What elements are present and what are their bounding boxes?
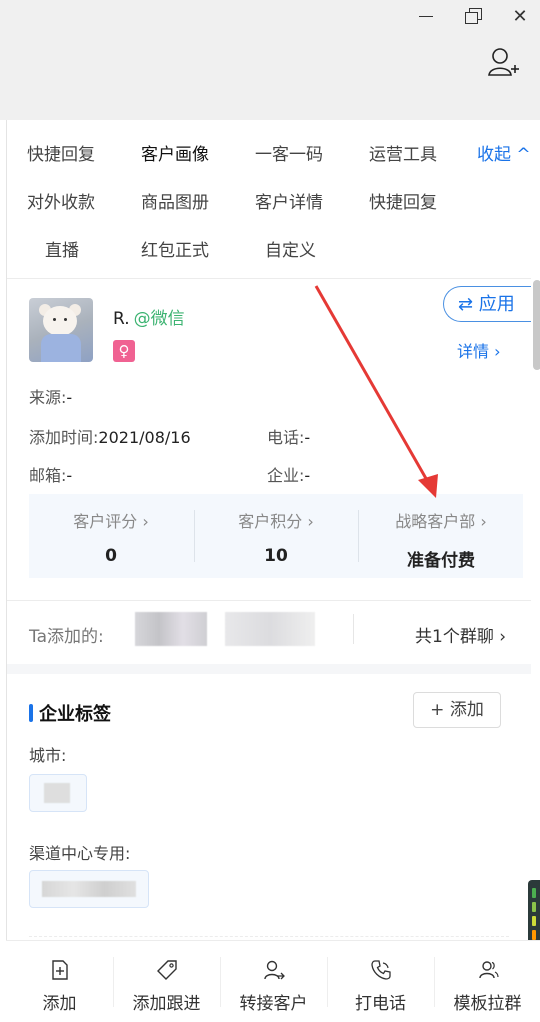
phone-label: 电话: [267, 428, 305, 447]
apply-button[interactable]: ⇄ 应用 [443, 286, 531, 322]
company-value: - [304, 466, 311, 485]
phone-value: - [304, 428, 311, 447]
email-row: 邮箱:- [29, 462, 72, 486]
blurred-contact [225, 612, 315, 646]
template-group-button[interactable]: 模板拉群 [434, 941, 540, 1022]
source-value: - [66, 388, 73, 407]
transfer-customer-label: 转接客户 [239, 994, 308, 1014]
email-value: - [66, 466, 73, 485]
window-titlebar: ✕ [0, 0, 540, 120]
avatar [29, 298, 93, 362]
city-tag[interactable] [29, 774, 87, 812]
source-row: 来源:- [29, 384, 72, 408]
blurred-contact [135, 612, 207, 646]
channel-label: 渠道中心专用: [29, 844, 131, 863]
email-label: 邮箱: [29, 466, 67, 485]
source-label: 来源: [29, 388, 67, 407]
add-followup-label: 添加跟进 [132, 994, 201, 1014]
ta-added-label: Ta添加的: [29, 627, 104, 647]
enterprise-tags-title: 企业标签 [39, 704, 111, 725]
stat-strategic[interactable]: 战略客户部 › 准备付费 [359, 494, 523, 578]
stat-points[interactable]: 客户积分 › 10 [194, 494, 358, 578]
stat-points-label: 客户积分 › [238, 512, 314, 531]
phone-icon [371, 960, 391, 980]
add-label: 添加 [42, 994, 77, 1014]
company-label: 企业: [267, 466, 305, 485]
channel-tag[interactable] [29, 870, 149, 908]
tab-one-customer-one-code[interactable]: 一客一码 [255, 140, 323, 165]
template-group-label: 模板拉群 [453, 994, 522, 1014]
tab-customer-details[interactable]: 客户详情 [255, 188, 323, 213]
customer-name: R. @微信 [113, 304, 185, 329]
added-time-value: 2021/08/16 [98, 428, 191, 447]
stat-score[interactable]: 客户评分 › 0 [29, 494, 193, 578]
female-icon: ♀ [113, 340, 135, 362]
minimize-icon[interactable] [416, 6, 438, 28]
wechat-source-tag: @微信 [133, 309, 185, 329]
stat-score-label: 客户评分 › [73, 512, 149, 531]
transfer-user-icon [264, 960, 285, 980]
stat-score-value: 0 [105, 546, 117, 566]
tab-red-packet[interactable]: 红包正式 [141, 236, 209, 261]
stat-strategic-value: 准备付费 [407, 551, 475, 571]
tab-external-payment[interactable]: 对外收款 [27, 188, 95, 213]
stat-points-value: 10 [264, 546, 288, 566]
tag-icon [157, 960, 177, 980]
city-label: 城市: [29, 746, 67, 765]
stat-strategic-label: 战略客户部 › [395, 512, 487, 531]
details-link[interactable]: 详情 › [457, 338, 501, 362]
added-time-row: 添加时间:2021/08/16 [29, 424, 191, 448]
tool-tabs: 快捷回复 客户画像 一客一码 运营工具 收起 ^ 对外收款 商品图册 客户详情 … [7, 120, 531, 279]
customer-panel: 快捷回复 客户画像 一客一码 运营工具 收起 ^ 对外收款 商品图册 客户详情 … [6, 120, 540, 1021]
tab-quick-reply-2[interactable]: 快捷回复 [369, 188, 437, 213]
tab-operation-tools[interactable]: 运营工具 [369, 140, 437, 165]
scrollbar[interactable] [533, 280, 540, 370]
company-row: 企业:- [267, 462, 310, 486]
add-followup-button[interactable]: 添加跟进 [113, 941, 220, 1022]
group-icon [479, 961, 499, 979]
tab-collapse[interactable]: 收起 ^ [477, 140, 531, 165]
section-marker [29, 704, 33, 722]
group-chat-link[interactable]: 共1个群聊 › [415, 622, 506, 647]
bottom-action-bar: 添加 添加跟进 转接客户 打电话 模板拉群 [6, 940, 540, 1022]
add-button[interactable]: 添加 [6, 941, 113, 1022]
add-file-icon [52, 960, 68, 980]
divider [7, 600, 531, 601]
section-gap [7, 664, 531, 674]
add-contact-icon[interactable] [484, 44, 520, 80]
customer-name-text: R. [113, 309, 130, 329]
customer-stats: 客户评分 › 0 客户积分 › 10 战略客户部 › 准备付费 [29, 494, 523, 578]
transfer-customer-button[interactable]: 转接客户 [220, 941, 327, 1022]
phone-row: 电话:- [267, 424, 310, 448]
tab-live[interactable]: 直播 [45, 236, 79, 261]
restore-icon[interactable] [462, 6, 484, 28]
ta-added-row: Ta添加的: 共1个群聊 › [7, 602, 531, 662]
call-button[interactable]: 打电话 [327, 941, 434, 1022]
added-time-label: 添加时间: [29, 428, 99, 447]
tab-quick-reply[interactable]: 快捷回复 [27, 140, 95, 165]
tab-product-album[interactable]: 商品图册 [141, 188, 209, 213]
tab-customer-profile[interactable]: 客户画像 [141, 140, 209, 165]
call-label: 打电话 [355, 994, 406, 1014]
add-tag-button[interactable]: + 添加 [413, 692, 501, 728]
tab-custom[interactable]: 自定义 [265, 236, 316, 261]
close-icon[interactable]: ✕ [509, 6, 531, 28]
